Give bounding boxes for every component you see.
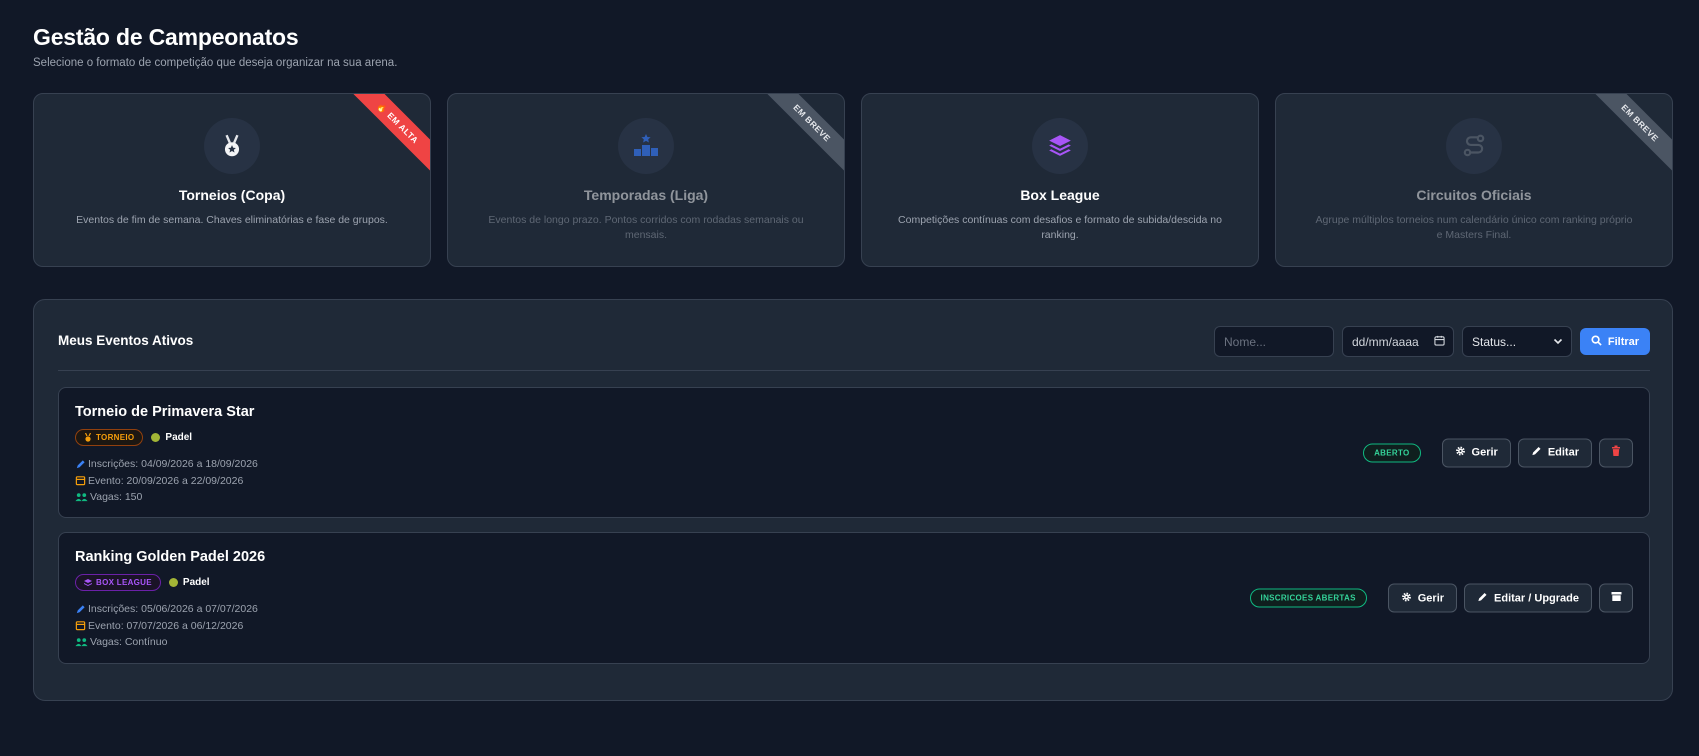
format-card-torneios[interactable]: Torneios (Copa) Eventos de fim de semana… <box>33 93 431 267</box>
type-tag: TORNEIO <box>75 429 144 446</box>
gear-icon <box>1401 591 1412 605</box>
filter-button[interactable]: Filtrar <box>1580 328 1650 355</box>
search-icon <box>1591 334 1602 349</box>
chevron-down-icon <box>1553 335 1563 349</box>
podium-icon <box>618 118 674 174</box>
date-filter-input[interactable]: dd/mm/aaaa <box>1342 326 1454 357</box>
panel-title: Meus Eventos Ativos <box>58 333 194 348</box>
manage-button[interactable]: Gerir <box>1387 583 1458 613</box>
type-tag-label: BOX LEAGUE <box>96 578 152 587</box>
medal-icon <box>204 118 260 174</box>
ball-icon <box>151 433 161 442</box>
ball-icon <box>168 578 178 587</box>
name-filter-input[interactable] <box>1214 326 1334 357</box>
event-dates: Evento: 07/07/2026 a 06/12/2026 <box>88 619 244 632</box>
sport-name: Padel <box>165 432 193 443</box>
gear-icon <box>1455 446 1466 460</box>
card-description: Agrupe múltiplos torneios num calendário… <box>1315 214 1633 241</box>
ribbon-hot: 🔥 EM ALTA <box>344 94 430 177</box>
users-icon <box>75 493 88 502</box>
ribbon-soon: EM BREVE <box>1586 94 1672 177</box>
calendar-icon[interactable] <box>1434 335 1445 349</box>
edit-label: Editar / Upgrade <box>1494 592 1579 604</box>
date-placeholder: dd/mm/aaaa <box>1352 334 1419 349</box>
pen-icon <box>76 605 85 613</box>
filter-bar: dd/mm/aaaa Status... Filtrar <box>1214 326 1650 357</box>
card-title: Circuitos Oficiais <box>1416 187 1532 203</box>
card-description: Competições contínuas com desafios e for… <box>898 214 1222 241</box>
format-card-circuitos[interactable]: Circuitos Oficiais Agrupe múltiplos torn… <box>1275 93 1673 267</box>
layers-icon <box>1032 118 1088 174</box>
card-title: Torneios (Copa) <box>178 187 286 203</box>
registration-dates: Inscrições: 05/06/2026 a 07/07/2026 <box>88 603 258 615</box>
event-actions: INSCRICOES ABERTAS Gerir Editar / Upgrad… <box>1249 583 1633 613</box>
event-actions: ABERTO Gerir Editar <box>1363 438 1633 467</box>
trash-icon <box>1611 445 1621 460</box>
format-card-temporadas[interactable]: Temporadas (Liga) Eventos de longo prazo… <box>447 93 845 267</box>
format-cards: Torneios (Copa) Eventos de fim de semana… <box>33 93 1673 267</box>
calendar-icon <box>75 476 86 486</box>
card-description: Eventos de fim de semana. Chaves elimina… <box>76 214 388 226</box>
type-tag: BOX LEAGUE <box>75 574 161 591</box>
sport-label: Padel <box>151 432 192 443</box>
delete-button[interactable] <box>1599 438 1633 467</box>
card-title: Temporadas (Liga) <box>583 187 709 203</box>
card-title: Box League <box>1020 187 1100 203</box>
event-title: Torneio de Primavera Star <box>75 404 255 420</box>
status-select-value: Status... <box>1472 334 1517 349</box>
pen-icon <box>76 460 85 468</box>
event-tags: TORNEIO Padel <box>75 429 192 446</box>
event-row: Torneio de Primavera Star TORNEIO Padel … <box>58 387 1650 518</box>
event-title: Ranking Golden Padel 2026 <box>75 549 266 565</box>
archive-icon <box>1611 592 1622 605</box>
pencil-icon <box>1477 591 1488 605</box>
edit-label: Editar <box>1547 446 1579 459</box>
manage-label: Gerir <box>1471 446 1498 459</box>
sport-label: Padel <box>168 577 210 588</box>
pencil-icon <box>1531 446 1542 460</box>
status-badge: ABERTO <box>1363 443 1421 462</box>
format-card-box-league[interactable]: Box League Competições contínuas com des… <box>861 93 1259 267</box>
slots: Vagas: Contínuo <box>90 636 168 648</box>
card-description: Eventos de longo prazo. Pontos corridos … <box>488 214 804 241</box>
divider <box>58 370 1650 371</box>
route-icon <box>1446 118 1502 174</box>
event-dates: Evento: 20/09/2026 a 22/09/2026 <box>88 474 244 487</box>
event-row: Ranking Golden Padel 2026 BOX LEAGUE Pad… <box>58 532 1650 664</box>
users-icon <box>75 638 88 647</box>
edit-button[interactable]: Editar <box>1517 438 1592 467</box>
archive-button[interactable] <box>1599 583 1633 613</box>
status-filter-select[interactable]: Status... <box>1462 326 1572 357</box>
slots: Vagas: 150 <box>90 491 143 503</box>
page-header: Gestão de Campeonatos Selecione o format… <box>33 24 397 69</box>
edit-upgrade-button[interactable]: Editar / Upgrade <box>1464 583 1592 613</box>
status-badge: INSCRICOES ABERTAS <box>1249 588 1367 608</box>
manage-button[interactable]: Gerir <box>1441 438 1511 467</box>
filter-button-label: Filtrar <box>1607 335 1640 348</box>
ribbon-soon: EM BREVE <box>758 94 844 177</box>
event-tags: BOX LEAGUE Padel <box>75 574 210 591</box>
medal-icon <box>84 433 92 442</box>
registration-dates: Inscrições: 04/09/2026 a 18/09/2026 <box>88 458 258 470</box>
sport-name: Padel <box>182 577 210 588</box>
layers-icon <box>84 578 92 586</box>
events-panel: Meus Eventos Ativos dd/mm/aaaa Status...… <box>33 299 1673 701</box>
calendar-icon <box>75 621 86 631</box>
type-tag-label: TORNEIO <box>96 433 135 442</box>
page-subtitle: Selecione o formato de competição que de… <box>33 57 398 69</box>
event-info: Inscrições: 05/06/2026 a 07/07/2026 Even… <box>75 601 258 651</box>
manage-label: Gerir <box>1417 592 1445 604</box>
page-title: Gestão de Campeonatos <box>33 24 299 50</box>
event-info: Inscrições: 04/09/2026 a 18/09/2026 Even… <box>75 456 258 506</box>
